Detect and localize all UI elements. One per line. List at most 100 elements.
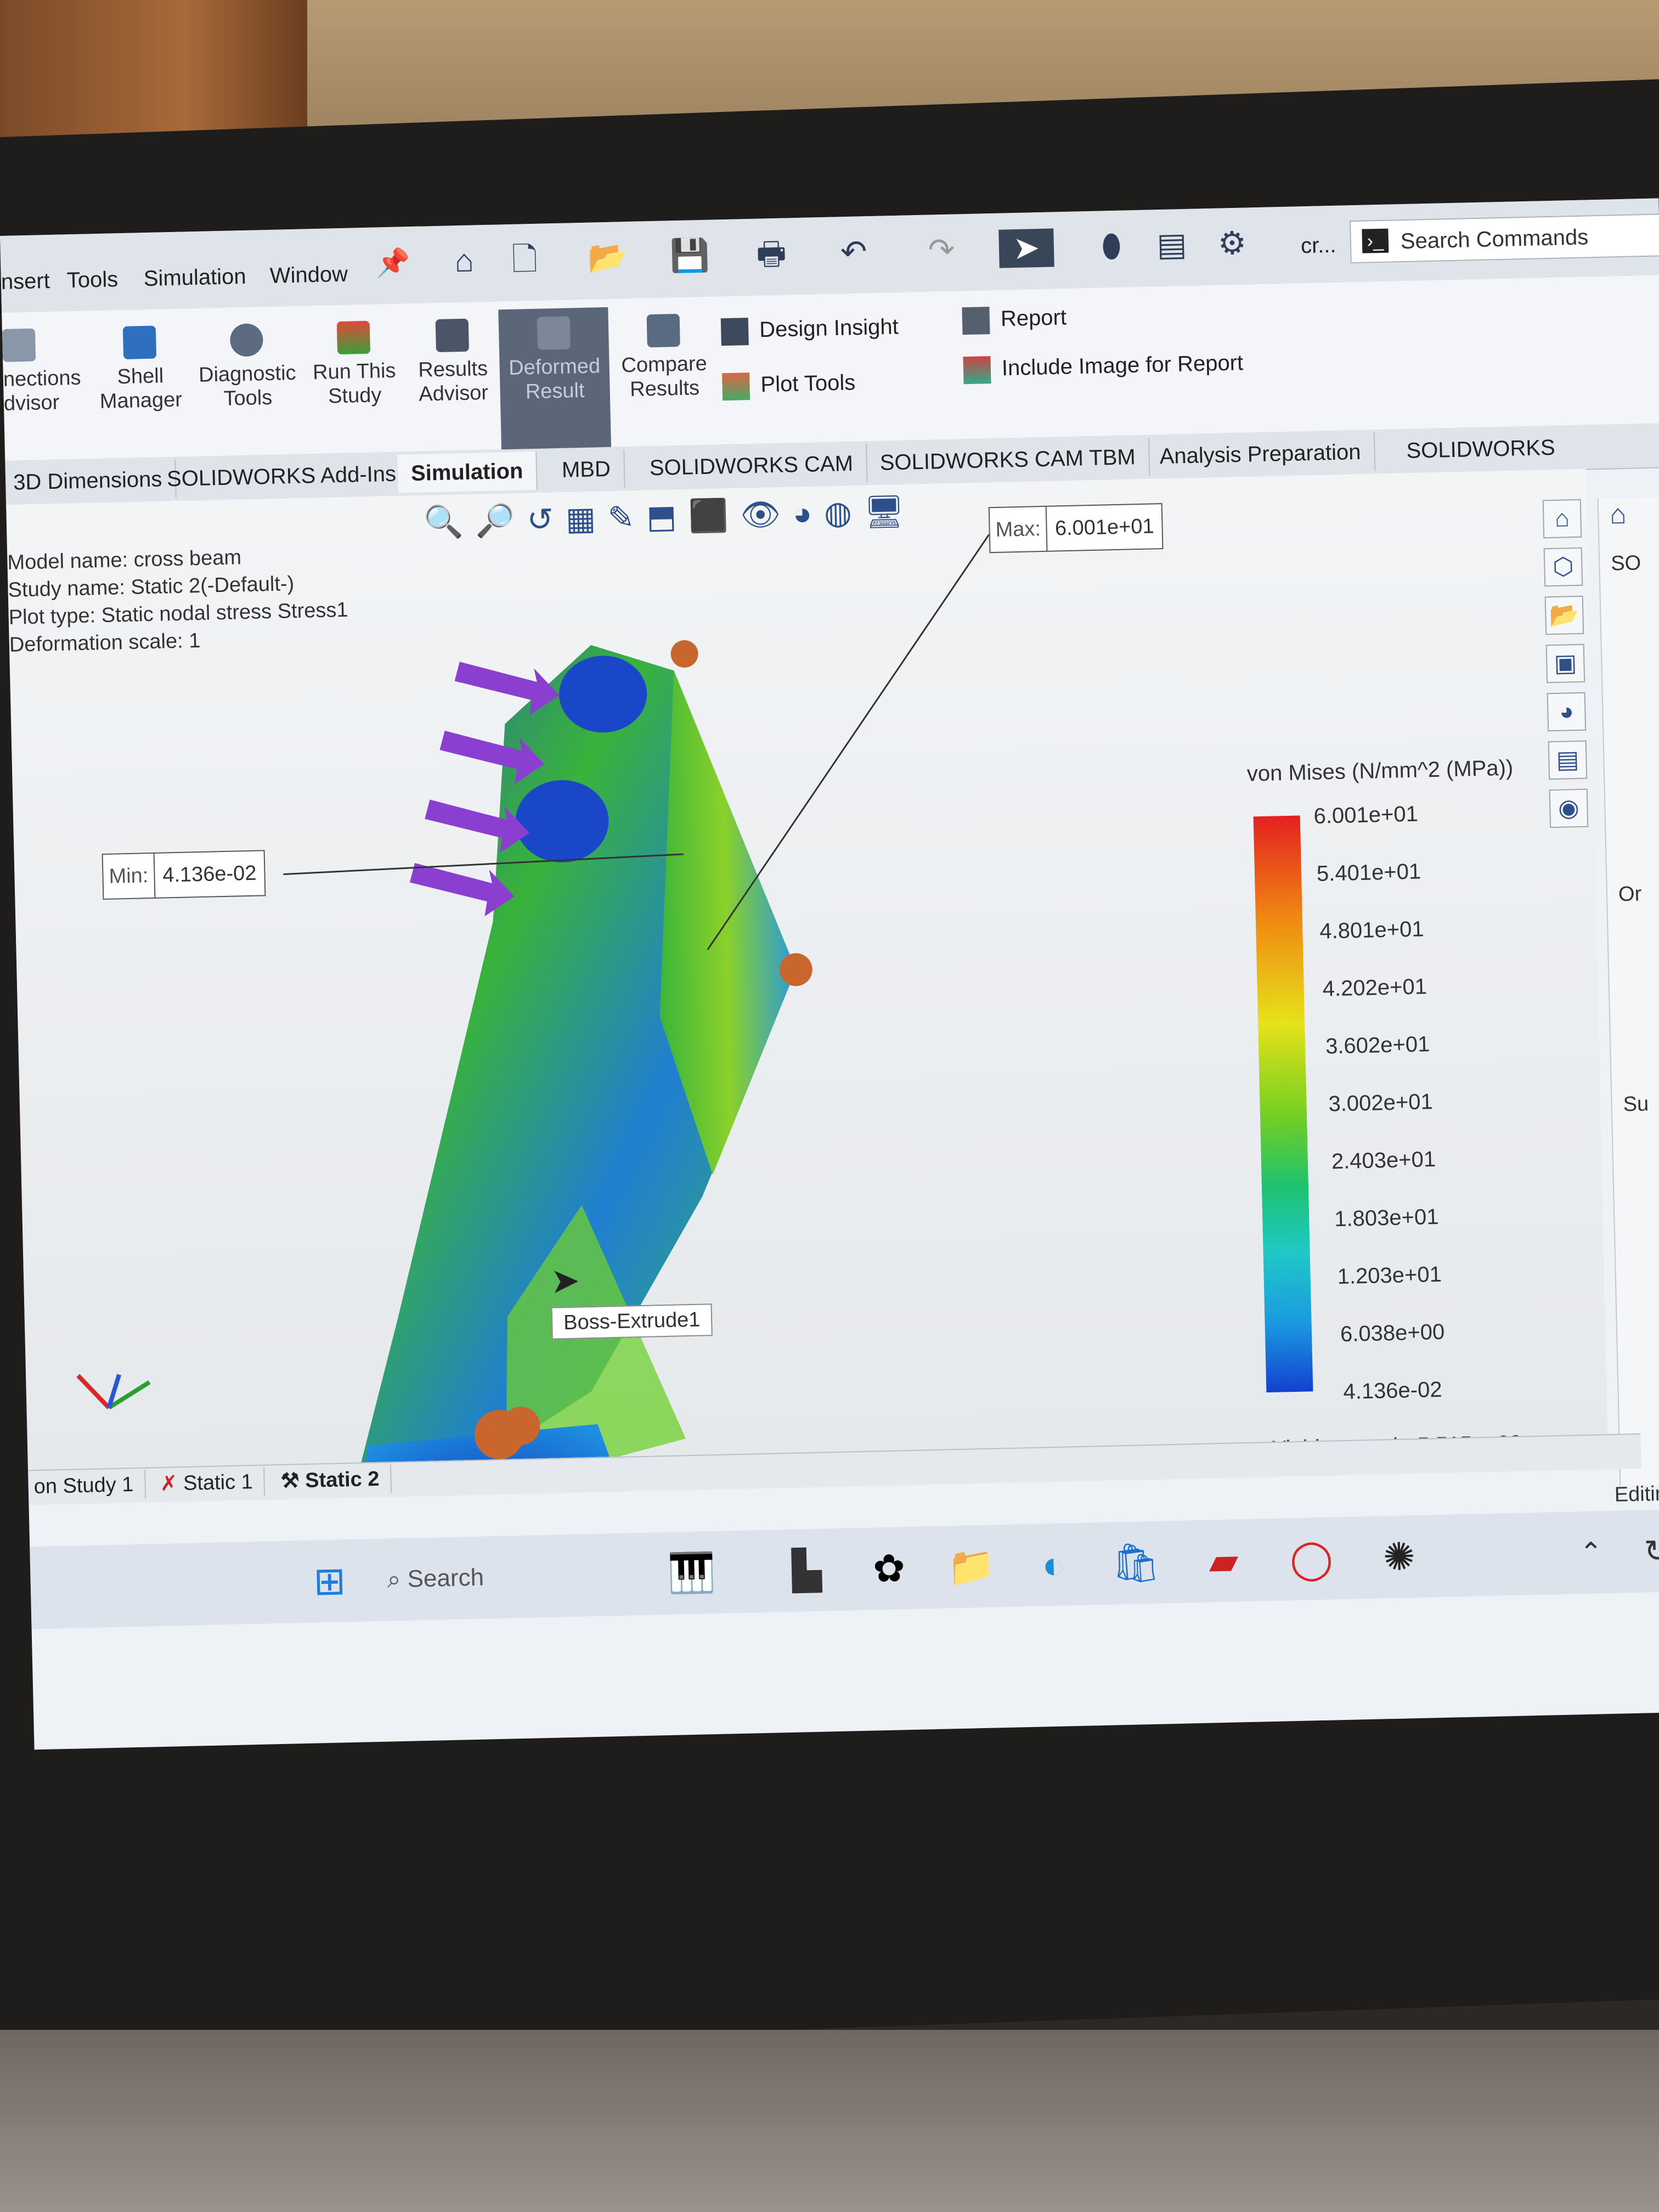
home-view-icon[interactable]: ⌂	[1542, 499, 1582, 539]
mouse-cursor-icon: ➤	[550, 1260, 580, 1301]
report-icon	[962, 307, 990, 335]
tab-static-1[interactable]: ✗ Static 1	[149, 1467, 266, 1499]
legend-tick-label: 1.803e+01	[1334, 1204, 1439, 1232]
design-library-icon[interactable]: ▣	[1545, 644, 1585, 684]
legend-tick-label: 4.801e+01	[1319, 917, 1425, 944]
undo-icon[interactable]: ↶	[834, 233, 873, 272]
tab-static-2[interactable]: ⚒ Static 2	[269, 1464, 392, 1496]
windows-start-icon[interactable]: ⊞	[304, 1556, 355, 1606]
legend-tick-label: 5.401e+01	[1316, 859, 1421, 886]
tab-simulation[interactable]: Simulation	[397, 451, 538, 493]
file-explorer-icon[interactable]: 📁	[946, 1541, 996, 1592]
appearances-icon[interactable]: ◕	[1547, 692, 1587, 732]
legend-tick-label: 6.001e+01	[1313, 802, 1419, 828]
menu-window[interactable]: Window	[269, 262, 348, 289]
min-caption: Min:	[103, 853, 156, 899]
open-folder-icon[interactable]: 📂	[587, 238, 628, 278]
solidworks-resources-icon[interactable]: ◉	[1549, 788, 1589, 828]
search-commands-input[interactable]: ›_ Search Commands	[1350, 213, 1659, 264]
legend-tick-label: 3.602e+01	[1325, 1032, 1430, 1059]
command-prompt-icon: ›_	[1362, 228, 1389, 253]
tab-motion-study-1[interactable]: on Study 1	[22, 1470, 146, 1502]
legend-tick-label: 4.136e-02	[1342, 1377, 1443, 1404]
tab-solidworks-inspection[interactable]: SOLIDWORKS Inspection	[1392, 426, 1659, 501]
tab-analysis-preparation[interactable]: Analysis Preparation	[1146, 432, 1376, 476]
design-insight-icon	[720, 318, 749, 346]
connections-advisor-icon	[2, 328, 36, 362]
min-value: 4.136e-02	[162, 861, 257, 887]
design-insight-button[interactable]: Design Insight	[720, 314, 899, 346]
traffic-light-icon[interactable]: ⬮	[1092, 227, 1131, 266]
report-button[interactable]: Report	[962, 305, 1066, 335]
shell-manager-icon	[122, 325, 157, 359]
options-gear-icon[interactable]: ⚙	[1212, 224, 1252, 263]
desk-surface	[0, 2030, 1659, 2212]
legend-tick-label: 2.403e+01	[1331, 1147, 1436, 1174]
tab-solidworks-cam[interactable]: SOLIDWORKS CAM	[636, 444, 868, 488]
show-hidden-icons-icon[interactable]: ⌃	[1566, 1527, 1616, 1578]
save-icon[interactable]: 💾	[669, 236, 710, 276]
include-image-icon	[963, 356, 991, 385]
task-pane-label-2: Or	[1618, 882, 1642, 906]
task-view-icon[interactable]: ▙	[782, 1545, 832, 1595]
shell-manager-button[interactable]: Shell Manager	[90, 325, 191, 414]
task-pane-label-3: Su	[1623, 1092, 1649, 1116]
opera-browser-icon[interactable]: ◯	[1286, 1533, 1336, 1584]
failed-study-icon: ✗	[160, 1472, 178, 1496]
new-file-icon[interactable]: 🗋	[505, 240, 544, 280]
view-toolbar-vertical: ⌂ ⬡ 📂 ▣ ◕ ▤ ◉	[1542, 499, 1589, 828]
copilot-icon[interactable]: ✿	[864, 1543, 915, 1594]
compare-results-icon	[646, 313, 680, 348]
print-icon[interactable]: 🖶	[752, 234, 791, 274]
tab-solidworks-cam-tbm[interactable]: SOLIDWORKS CAM TBM	[866, 437, 1150, 483]
menu-insert[interactable]: nsert	[1, 269, 50, 295]
feature-tooltip: Boss-Extrude1	[551, 1304, 713, 1340]
solidworks-2023-icon[interactable]: ▰	[1198, 1536, 1249, 1586]
pin-icon[interactable]: 📌	[374, 243, 413, 283]
overflow-label[interactable]: cr...	[1301, 233, 1336, 258]
results-advisor-button[interactable]: Results Advisor	[408, 318, 498, 407]
home-icon[interactable]: ⌂	[444, 241, 484, 281]
task-pane-home-icon[interactable]: ⌂	[1610, 497, 1659, 530]
tab-solidworks-addins[interactable]: SOLIDWORKS Add-Ins	[153, 454, 411, 499]
max-caption: Max:	[989, 506, 1048, 552]
redo-icon[interactable]: ↷	[922, 230, 961, 270]
min-probe-label[interactable]: Min: 4.136e-02	[101, 850, 266, 900]
run-this-study-button[interactable]: Run This Study	[307, 320, 402, 409]
select-pointer-icon[interactable]: ➤	[998, 228, 1054, 268]
status-editing: Editing	[1614, 1482, 1659, 1506]
task-pane-label-1: SO	[1610, 551, 1641, 575]
custom-properties-icon[interactable]: ▤	[1548, 740, 1588, 780]
plot-tools-icon	[722, 373, 751, 401]
search-commands-placeholder: Search Commands	[1400, 225, 1589, 254]
chatgpt-icon[interactable]: ✺	[1374, 1532, 1424, 1582]
legend-tick-label: 1.203e+01	[1337, 1262, 1442, 1289]
compare-results-button[interactable]: Compare Results	[614, 313, 715, 402]
view-cube-icon[interactable]: ⬡	[1543, 547, 1583, 587]
diagnostic-tools-button[interactable]: Diagnostic Tools	[191, 323, 303, 411]
legend-tick-label: 3.002e+01	[1328, 1090, 1434, 1116]
run-study-icon	[336, 320, 371, 355]
tab-mbd[interactable]: MBD	[548, 449, 625, 490]
edge-browser-icon[interactable]: ◐	[1028, 1539, 1079, 1590]
file-properties-icon[interactable]: ▤	[1152, 225, 1192, 265]
tab-3d-dimensions[interactable]: 3D Dimensions	[0, 459, 177, 503]
microsoft-store-icon[interactable]: 🛍	[1110, 1538, 1161, 1588]
static-study-icon: ⚒	[280, 1469, 300, 1493]
legend-tick-label: 4.202e+01	[1322, 974, 1427, 1001]
menu-tools[interactable]: Tools	[66, 267, 118, 293]
deformed-result-button[interactable]: Deformed Result	[498, 307, 612, 455]
widgets-icon[interactable]: 🎹	[667, 1548, 717, 1598]
max-value: 6.001e+01	[1054, 515, 1155, 540]
diagnostic-magnifier-icon	[229, 323, 264, 357]
menu-simulation[interactable]: Simulation	[143, 264, 246, 291]
taskbar-search-icon: ⌕	[387, 1566, 401, 1593]
folder-icon[interactable]: 📂	[1544, 595, 1584, 635]
plot-tools-button[interactable]: Plot Tools	[722, 370, 856, 401]
task-pane: ⌂ SO Or Su	[1597, 497, 1659, 1486]
max-probe-label[interactable]: Max: 6.001e+01	[988, 503, 1164, 554]
legend-ticks: 6.001e+01 5.401e+01 4.801e+01 4.202e+01 3.60…	[1313, 799, 1547, 1408]
taskbar-search[interactable]: ⌕ Search	[387, 1564, 484, 1594]
sync-icon[interactable]: ↻	[1632, 1526, 1659, 1576]
connections-advisor-button[interactable]: nections dvisor	[2, 328, 87, 416]
